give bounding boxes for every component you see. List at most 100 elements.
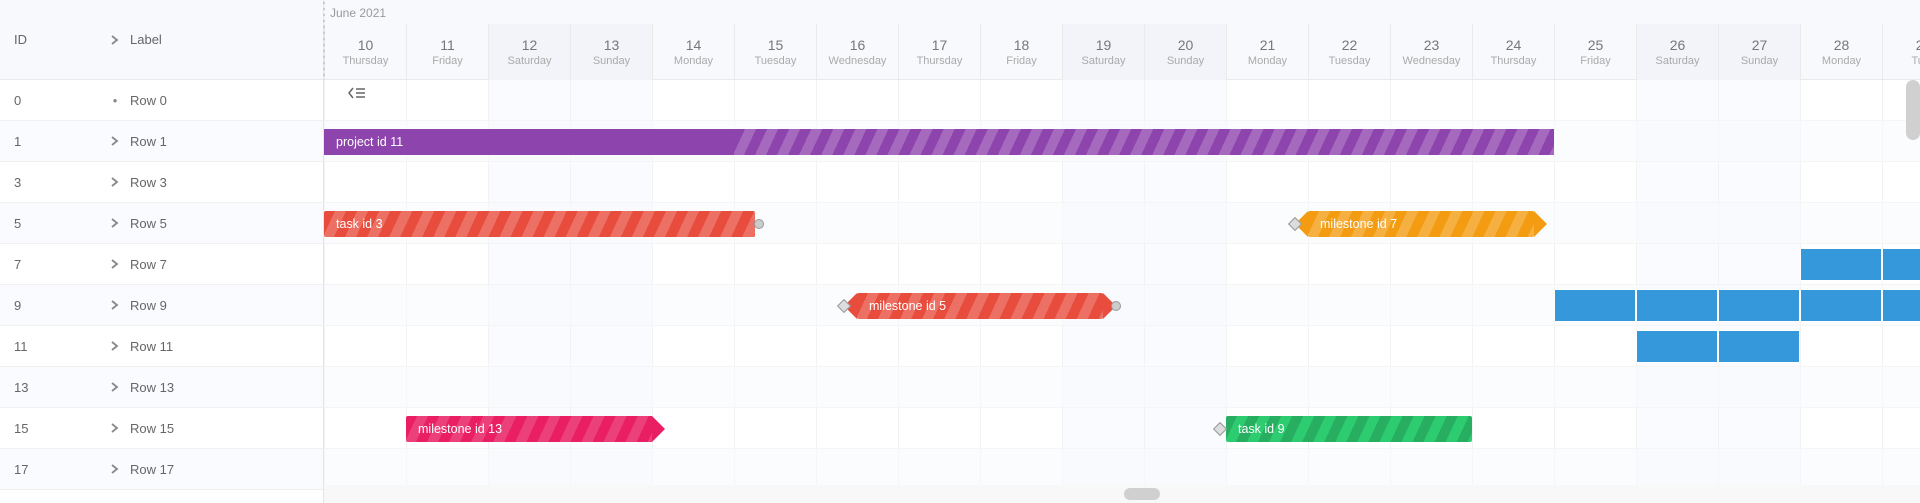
chevron-right-icon[interactable] (110, 300, 120, 310)
row[interactable]: 0•Row 0 (0, 80, 323, 121)
day-number: 26 (1637, 37, 1718, 53)
day-header[interactable]: 19Saturday (1062, 24, 1144, 80)
row[interactable]: 5Row 5 (0, 203, 323, 244)
gantt-chart: ID Label 0•Row 01Row 13Row 35Row 57Row 7… (0, 0, 1920, 503)
day-of-week: Tues (1883, 55, 1920, 67)
row[interactable]: 13Row 13 (0, 367, 323, 408)
day-number: 23 (1391, 37, 1472, 53)
day-of-week: Friday (981, 55, 1062, 67)
bar-label: task id 9 (1238, 422, 1285, 436)
day-header[interactable]: 20Sunday (1144, 24, 1226, 80)
row-label-cell: Row 5 (110, 216, 323, 231)
row[interactable]: 15Row 15 (0, 408, 323, 449)
day-header[interactable]: 25Friday (1554, 24, 1636, 80)
row-id: 3 (0, 175, 110, 190)
day-header[interactable]: 13Sunday (570, 24, 652, 80)
day-of-week: Wednesday (817, 55, 898, 67)
day-number: 21 (1227, 37, 1308, 53)
chevron-right-icon[interactable] (110, 341, 120, 351)
day-number: 10 (325, 37, 406, 53)
bar-milestone-5[interactable]: milestone id 5 (857, 293, 1103, 319)
bar-task-9[interactable]: task id 9 (1226, 416, 1472, 442)
day-number: 11 (407, 37, 488, 53)
col-header-label[interactable]: Label (110, 32, 323, 47)
day-header[interactable]: 23Wednesday (1390, 24, 1472, 80)
resource-block[interactable] (1636, 289, 1718, 322)
row[interactable]: 7Row 7 (0, 244, 323, 285)
day-header[interactable]: 26Saturday (1636, 24, 1718, 80)
bar-milestone-7[interactable]: milestone id 7 (1308, 211, 1534, 237)
bullet-icon: • (110, 93, 120, 108)
day-header[interactable]: 27Sunday (1718, 24, 1800, 80)
day-header[interactable]: 11Friday (406, 24, 488, 80)
row[interactable]: 9Row 9 (0, 285, 323, 326)
day-header[interactable]: 16 Wednesday (816, 24, 898, 80)
resource-block[interactable] (1718, 330, 1800, 363)
row-label: Row 1 (130, 134, 167, 149)
day-header[interactable]: 29Tues (1882, 24, 1920, 80)
day-header[interactable]: 15Tuesday (734, 24, 816, 80)
bar-project-11[interactable]: project id 11 (324, 129, 1554, 155)
day-header[interactable]: 17Thursday (898, 24, 980, 80)
day-header[interactable]: 22Tuesday (1308, 24, 1390, 80)
day-number: 13 (571, 37, 652, 53)
row[interactable]: 17Row 17 (0, 449, 323, 490)
row-label-cell: Row 13 (110, 380, 323, 395)
day-header[interactable]: 21 Monday (1226, 24, 1308, 80)
chevron-right-icon[interactable] (110, 423, 120, 433)
day-header[interactable]: 14 Monday (652, 24, 734, 80)
day-of-week: Friday (1555, 55, 1636, 67)
chevron-right-icon[interactable] (110, 259, 120, 269)
day-header[interactable]: 12Saturday (488, 24, 570, 80)
scrollbar-thumb[interactable] (1124, 488, 1160, 500)
day-of-week: Monday (653, 55, 734, 67)
row[interactable]: 1Row 1 (0, 121, 323, 162)
task-bars: project id 11 task id 3 milestone id 5 mile… (324, 80, 1920, 503)
bar-task-3[interactable]: task id 3 (324, 211, 755, 237)
collapse-icon[interactable] (348, 86, 366, 103)
day-number: 16 (817, 37, 898, 53)
day-of-week: Tuesday (735, 55, 816, 67)
day-of-week: Thursday (899, 55, 980, 67)
horizontal-scrollbar[interactable] (324, 485, 1920, 503)
resource-block[interactable] (1800, 248, 1882, 281)
day-of-week: Thursday (1473, 55, 1554, 67)
col-header-id[interactable]: ID (0, 32, 110, 47)
left-panel: ID Label 0•Row 01Row 13Row 35Row 57Row 7… (0, 0, 324, 503)
row[interactable]: 3Row 3 (0, 162, 323, 203)
column-resize-handle[interactable] (322, 0, 326, 80)
chevron-right-icon[interactable] (110, 218, 120, 228)
chevron-right-icon[interactable] (110, 136, 120, 146)
row-label-cell: Row 1 (110, 134, 323, 149)
day-of-week: Saturday (489, 55, 570, 67)
day-of-week: Thursday (325, 55, 406, 67)
day-number: 14 (653, 37, 734, 53)
row[interactable]: 11Row 11 (0, 326, 323, 367)
row-id: 9 (0, 298, 110, 313)
row-id: 0 (0, 93, 110, 108)
day-header[interactable]: 28Monday (1800, 24, 1882, 80)
row-label-cell: Row 9 (110, 298, 323, 313)
bar-milestone-13[interactable]: milestone id 13 (406, 416, 652, 442)
resource-block[interactable] (1718, 289, 1800, 322)
day-header[interactable]: 10 Thursday (324, 24, 406, 80)
chevron-right-icon[interactable] (110, 464, 120, 474)
resource-block[interactable] (1636, 330, 1718, 363)
timeline-body[interactable]: project id 11 task id 3 milestone id 5 mile… (324, 80, 1920, 503)
chevron-right-icon[interactable] (110, 382, 120, 392)
vertical-scrollbar[interactable] (1906, 80, 1920, 140)
col-header-label-text: Label (130, 32, 162, 47)
row-label: Row 11 (130, 339, 173, 354)
day-number: 19 (1063, 37, 1144, 53)
day-header[interactable]: 24Thursday (1472, 24, 1554, 80)
resource-block[interactable] (1882, 289, 1920, 322)
chevron-right-icon[interactable] (110, 177, 120, 187)
row-label: Row 15 (130, 421, 174, 436)
resource-block[interactable] (1882, 248, 1920, 281)
day-of-week: Tuesday (1309, 55, 1390, 67)
resource-block[interactable] (1554, 289, 1636, 322)
resource-block[interactable] (1800, 289, 1882, 322)
chevron-right-icon[interactable] (110, 35, 120, 45)
day-header[interactable]: 18Friday (980, 24, 1062, 80)
day-of-week: Monday (1227, 55, 1308, 67)
